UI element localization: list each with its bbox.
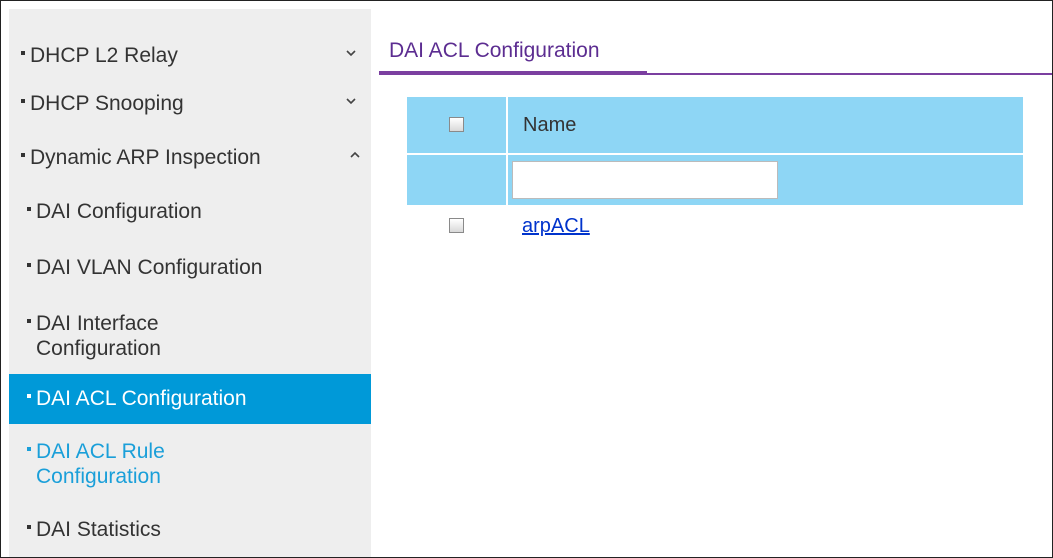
sidebar-item-dai-configuration[interactable]: DAI Configuration — [9, 199, 371, 229]
select-all-checkbox[interactable] — [449, 117, 464, 133]
sidebar-item-dai-acl-configuration[interactable]: DAI ACL Configuration — [9, 374, 371, 424]
name-filter-input[interactable] — [512, 161, 778, 199]
select-all-cell — [407, 97, 508, 155]
bullet-icon — [27, 263, 31, 268]
sidebar-item-label-line2: Configuration — [36, 337, 161, 360]
sidebar-item-dynamic-arp-inspection[interactable]: Dynamic ARP Inspection — [9, 145, 371, 175]
sidebar-item-label: DAI VLAN Configuration — [36, 256, 263, 279]
sidebar-item-label: Dynamic ARP Inspection — [30, 146, 261, 169]
sidebar-item-label: DAI Statistics — [36, 518, 161, 541]
bullet-icon — [21, 99, 25, 104]
bullet-icon — [27, 207, 31, 212]
tab-active-underline — [379, 71, 647, 75]
bullet-icon — [21, 51, 25, 56]
sidebar-item-label-line1: DAI Interface — [36, 312, 159, 335]
column-header-name[interactable]: Name — [507, 97, 1025, 155]
bullet-icon — [27, 447, 31, 452]
row-name-cell: arpACL — [507, 206, 1025, 247]
bullet-icon — [21, 153, 25, 158]
app-frame: DHCP L2 Relay DHCP Snooping Dynamic ARP … — [0, 0, 1053, 558]
sidebar-item-dai-statistics[interactable]: DAI Statistics — [9, 517, 371, 547]
sidebar-item-dai-interface-configuration[interactable]: DAI Interface Configuration — [9, 311, 371, 365]
tab-dai-acl-configuration[interactable]: DAI ACL Configuration — [389, 37, 600, 65]
bullet-icon — [27, 394, 31, 399]
sidebar-item-label-line2: Configuration — [36, 465, 161, 488]
acl-name-link[interactable]: arpACL — [522, 215, 590, 237]
sidebar: DHCP L2 Relay DHCP Snooping Dynamic ARP … — [9, 9, 371, 557]
table-header-row: Name — [407, 97, 1025, 155]
sidebar-item-dhcp-snooping[interactable]: DHCP Snooping — [9, 91, 371, 121]
filter-cell — [507, 154, 1025, 207]
sidebar-item-label: DAI ACL Configuration — [36, 387, 247, 410]
sidebar-item-dhcp-l2-relay[interactable]: DHCP L2 Relay — [9, 43, 371, 73]
row-checkbox-cell — [407, 206, 508, 247]
table-filter-row — [407, 154, 1025, 207]
row-checkbox[interactable] — [449, 218, 464, 234]
chevron-up-icon — [350, 151, 360, 160]
sidebar-item-dai-acl-rule-configuration[interactable]: DAI ACL Rule Configuration — [9, 439, 371, 493]
table-row: arpACL — [407, 206, 1025, 247]
sidebar-item-label: DHCP Snooping — [30, 92, 184, 115]
filter-empty-cell — [407, 154, 508, 207]
sidebar-item-dai-vlan-configuration[interactable]: DAI VLAN Configuration — [9, 255, 371, 285]
sidebar-item-label: DHCP L2 Relay — [30, 44, 178, 67]
acl-table: Name arpACL — [407, 97, 1025, 247]
sidebar-item-label: DAI Configuration — [36, 200, 202, 223]
sidebar-item-label-line1: DAI ACL Rule — [36, 440, 165, 463]
chevron-down-icon — [346, 49, 356, 58]
bullet-icon — [27, 525, 31, 530]
chevron-down-icon — [346, 97, 356, 106]
bullet-icon — [27, 319, 31, 324]
